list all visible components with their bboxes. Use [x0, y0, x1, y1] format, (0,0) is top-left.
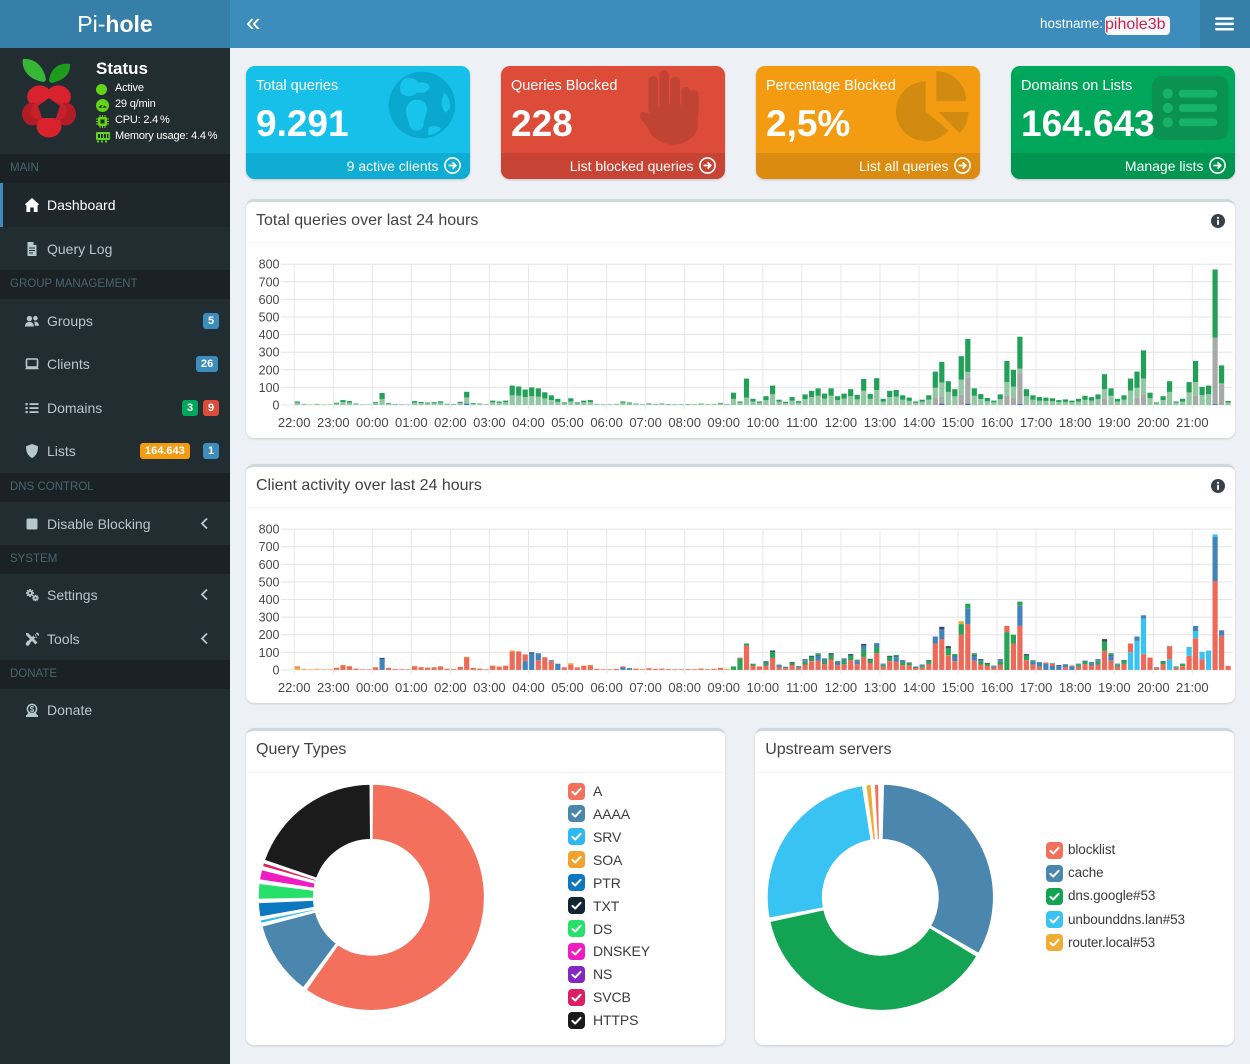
svg-text:09:00: 09:00	[707, 679, 740, 694]
svg-text:00:00: 00:00	[356, 679, 389, 694]
svg-text:07:00: 07:00	[629, 415, 662, 430]
svg-text:02:00: 02:00	[434, 415, 467, 430]
svg-text:23:00: 23:00	[317, 679, 350, 694]
svg-text:$: $	[30, 705, 35, 714]
svg-text:07:00: 07:00	[629, 679, 662, 694]
svg-text:18:00: 18:00	[1058, 679, 1091, 694]
svg-text:22:00: 22:00	[277, 415, 310, 430]
svg-text:21:00: 21:00	[1176, 415, 1209, 430]
svg-text:400: 400	[258, 593, 279, 607]
svg-text:200: 200	[258, 363, 279, 377]
svg-text:03:00: 03:00	[473, 415, 506, 430]
svg-text:14:00: 14:00	[902, 415, 935, 430]
svg-text:05:00: 05:00	[551, 679, 584, 694]
svg-text:200: 200	[258, 628, 279, 642]
svg-text:300: 300	[258, 346, 279, 360]
svg-text:16:00: 16:00	[980, 679, 1013, 694]
svg-text:13:00: 13:00	[863, 679, 896, 694]
svg-text:01:00: 01:00	[395, 415, 428, 430]
svg-text:15:00: 15:00	[941, 679, 974, 694]
svg-text:19:00: 19:00	[1098, 415, 1131, 430]
svg-text:01:00: 01:00	[395, 679, 428, 694]
svg-text:04:00: 04:00	[512, 679, 545, 694]
svg-text:700: 700	[258, 275, 279, 289]
svg-text:600: 600	[258, 293, 279, 307]
svg-text:04:00: 04:00	[512, 415, 545, 430]
svg-text:23:00: 23:00	[317, 415, 350, 430]
svg-text:11:00: 11:00	[786, 415, 818, 430]
svg-text:03:00: 03:00	[473, 679, 506, 694]
svg-text:10:00: 10:00	[746, 415, 779, 430]
svg-text:16:00: 16:00	[980, 415, 1013, 430]
svg-text:11:00: 11:00	[786, 679, 818, 694]
svg-text:0: 0	[272, 399, 279, 413]
svg-text:700: 700	[258, 540, 279, 554]
svg-text:05:00: 05:00	[551, 415, 584, 430]
svg-text:19:00: 19:00	[1098, 679, 1131, 694]
svg-text:14:00: 14:00	[902, 679, 935, 694]
svg-text:0: 0	[272, 663, 279, 677]
svg-text:800: 800	[258, 258, 279, 272]
svg-text:12:00: 12:00	[824, 415, 857, 430]
svg-text:17:00: 17:00	[1019, 415, 1052, 430]
svg-text:09:00: 09:00	[707, 415, 740, 430]
svg-text:10:00: 10:00	[746, 679, 779, 694]
svg-text:100: 100	[258, 381, 279, 395]
svg-text:22:00: 22:00	[277, 679, 310, 694]
svg-text:20:00: 20:00	[1137, 415, 1170, 430]
svg-text:100: 100	[258, 645, 279, 659]
svg-text:300: 300	[258, 610, 279, 624]
svg-text:02:00: 02:00	[434, 679, 467, 694]
svg-text:17:00: 17:00	[1019, 679, 1052, 694]
svg-text:400: 400	[258, 328, 279, 342]
svg-text:600: 600	[258, 557, 279, 571]
svg-text:06:00: 06:00	[590, 679, 623, 694]
svg-text:18:00: 18:00	[1058, 415, 1091, 430]
svg-text:15:00: 15:00	[941, 415, 974, 430]
svg-text:800: 800	[258, 522, 279, 536]
svg-text:08:00: 08:00	[668, 679, 701, 694]
svg-text:12:00: 12:00	[824, 679, 857, 694]
svg-text:08:00: 08:00	[668, 415, 701, 430]
svg-text:500: 500	[258, 575, 279, 589]
svg-text:20:00: 20:00	[1137, 679, 1170, 694]
svg-text:500: 500	[258, 311, 279, 325]
svg-text:06:00: 06:00	[590, 415, 623, 430]
svg-text:00:00: 00:00	[356, 415, 389, 430]
svg-text:21:00: 21:00	[1176, 679, 1209, 694]
svg-text:13:00: 13:00	[863, 415, 896, 430]
